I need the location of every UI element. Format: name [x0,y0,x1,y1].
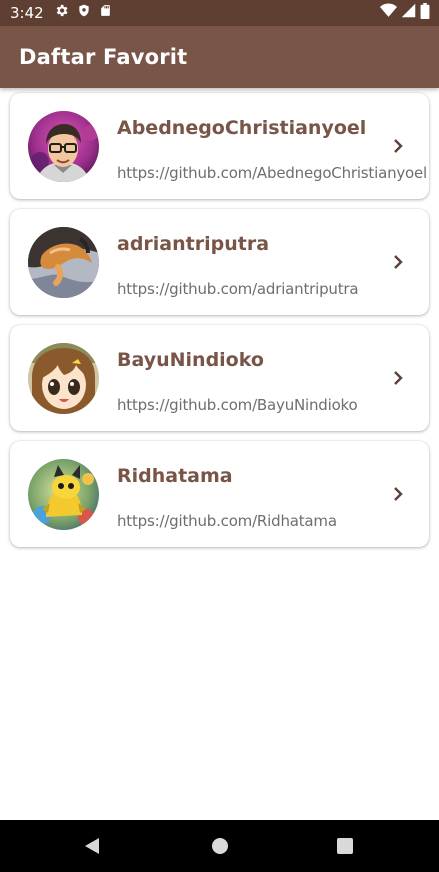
user-url: https://github.com/Ridhatama [117,512,337,530]
gear-icon [54,3,69,23]
sd-card-icon [99,3,112,23]
orange-cat-avatar [28,227,99,298]
chevron-right-icon [391,486,405,507]
user-name: AbednegoChristianyoel [117,117,367,139]
user-url: https://github.com/AbednegoChristianyoel [117,164,428,182]
list-item[interactable]: AbednegoChristianyoel https://github.com… [10,93,429,199]
user-name: BayuNindioko [117,349,264,371]
list-item[interactable]: Ridhatama https://github.com/Ridhatama [10,441,429,547]
user-url: https://github.com/BayuNindioko [117,396,358,414]
user-url: https://github.com/adriantriputra [117,280,359,298]
signal-icon [401,3,416,23]
yellow-creature-game-art-avatar [28,459,99,530]
page-title: Daftar Favorit [19,45,188,69]
shield-icon [77,3,91,23]
status-system-icons [380,2,430,24]
list-item[interactable]: BayuNindioko https://github.com/BayuNind… [10,325,429,431]
recents-icon[interactable] [315,820,375,872]
user-name: Ridhatama [117,465,233,487]
list-item[interactable]: adriantriputra https://github.com/adrian… [10,209,429,315]
cartoon-man-glasses-avatar [28,111,99,182]
back-icon[interactable] [62,820,122,872]
chevron-right-icon [391,254,405,275]
battery-icon [420,2,430,24]
system-navigation-bar [0,820,439,872]
anime-girl-avatar [28,343,99,414]
chevron-right-icon [391,370,405,391]
status-notification-icons [54,3,112,23]
wifi-icon [380,3,397,23]
chevron-right-icon [391,138,405,159]
home-icon[interactable] [190,820,250,872]
app-bar: Daftar Favorit [0,26,439,88]
status-bar: 3:42 [0,0,439,26]
user-name: adriantriputra [117,233,270,255]
status-time: 3:42 [10,4,44,22]
